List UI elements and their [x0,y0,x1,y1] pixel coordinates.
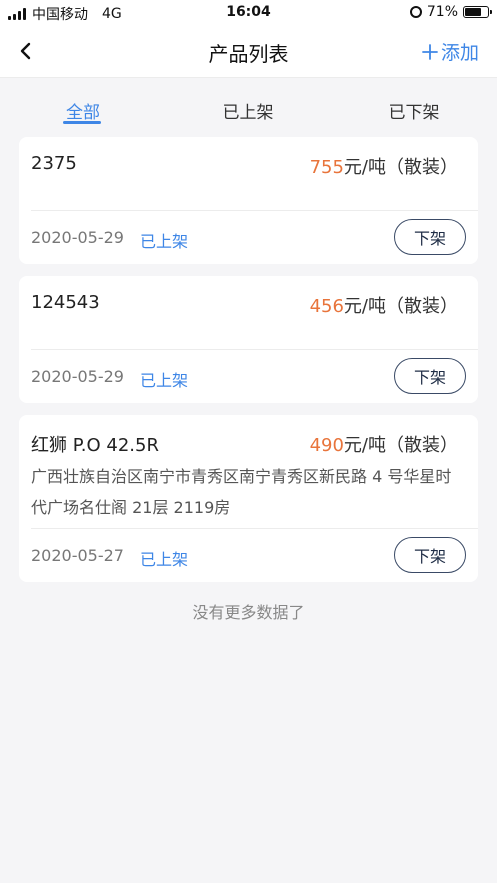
price-unit: 元/吨（散装） [343,435,458,456]
product-card[interactable]: 124543 456元/吨（散装） 2020-05-29 已上架 下架 [19,276,478,403]
price-value: 490 [309,435,344,456]
alarm-icon [409,6,422,18]
add-label: 添加 [440,42,479,64]
card-divider [31,210,478,211]
delist-button[interactable]: 下架 [394,219,466,255]
product-price: 490元/吨（散装） [310,431,458,457]
price-unit: 元/吨（散装） [343,296,458,317]
active-tab-indicator [63,121,101,124]
product-status: 已上架 [140,550,189,569]
product-name: 2375 [31,153,77,174]
status-right: 71% [409,4,492,20]
status-bar: 中国移动 4G 16:04 71% [0,0,497,26]
product-address: 广西壮族自治区南宁市青秀区南宁青秀区新民路 4 号华星时代广场名仕阁 21层 2… [31,467,452,517]
card-divider [31,528,478,529]
price-unit: 元/吨（散装） [343,157,458,178]
nav-bar: 产品列表 添加 [0,26,497,78]
filter-tabs: 全部 已上架 已下架 [0,78,497,136]
product-card[interactable]: 2375 755元/吨（散装） 2020-05-29 已上架 下架 [19,137,478,264]
plus-icon [422,43,438,60]
tab-listed[interactable]: 已上架 [223,98,274,123]
product-card[interactable]: 红狮 P.O 42.5R 490元/吨（散装） 广西壮族自治区南宁市青秀区南宁青… [19,415,478,582]
delist-button[interactable]: 下架 [394,537,466,573]
battery-fill [465,8,481,16]
add-button[interactable]: 添加 [421,38,479,65]
product-price: 456元/吨（散装） [310,292,458,318]
price-value: 755 [309,157,344,178]
card-divider [31,349,478,350]
product-date: 2020-05-29 [31,228,124,247]
product-name: 124543 [31,292,100,313]
product-price: 755元/吨（散装） [310,153,458,179]
tab-delisted[interactable]: 已下架 [389,98,440,123]
product-status: 已上架 [140,232,189,251]
product-status: 已上架 [140,371,189,390]
tab-all[interactable]: 全部 [66,98,100,123]
battery-icon [463,6,492,18]
product-date: 2020-05-29 [31,367,124,386]
price-value: 456 [309,296,344,317]
product-name: 红狮 P.O 42.5R [31,435,159,456]
delist-button[interactable]: 下架 [394,358,466,394]
no-more-data-note: 没有更多数据了 [192,603,305,622]
product-date: 2020-05-27 [31,546,124,565]
battery-percent: 71% [426,4,458,20]
